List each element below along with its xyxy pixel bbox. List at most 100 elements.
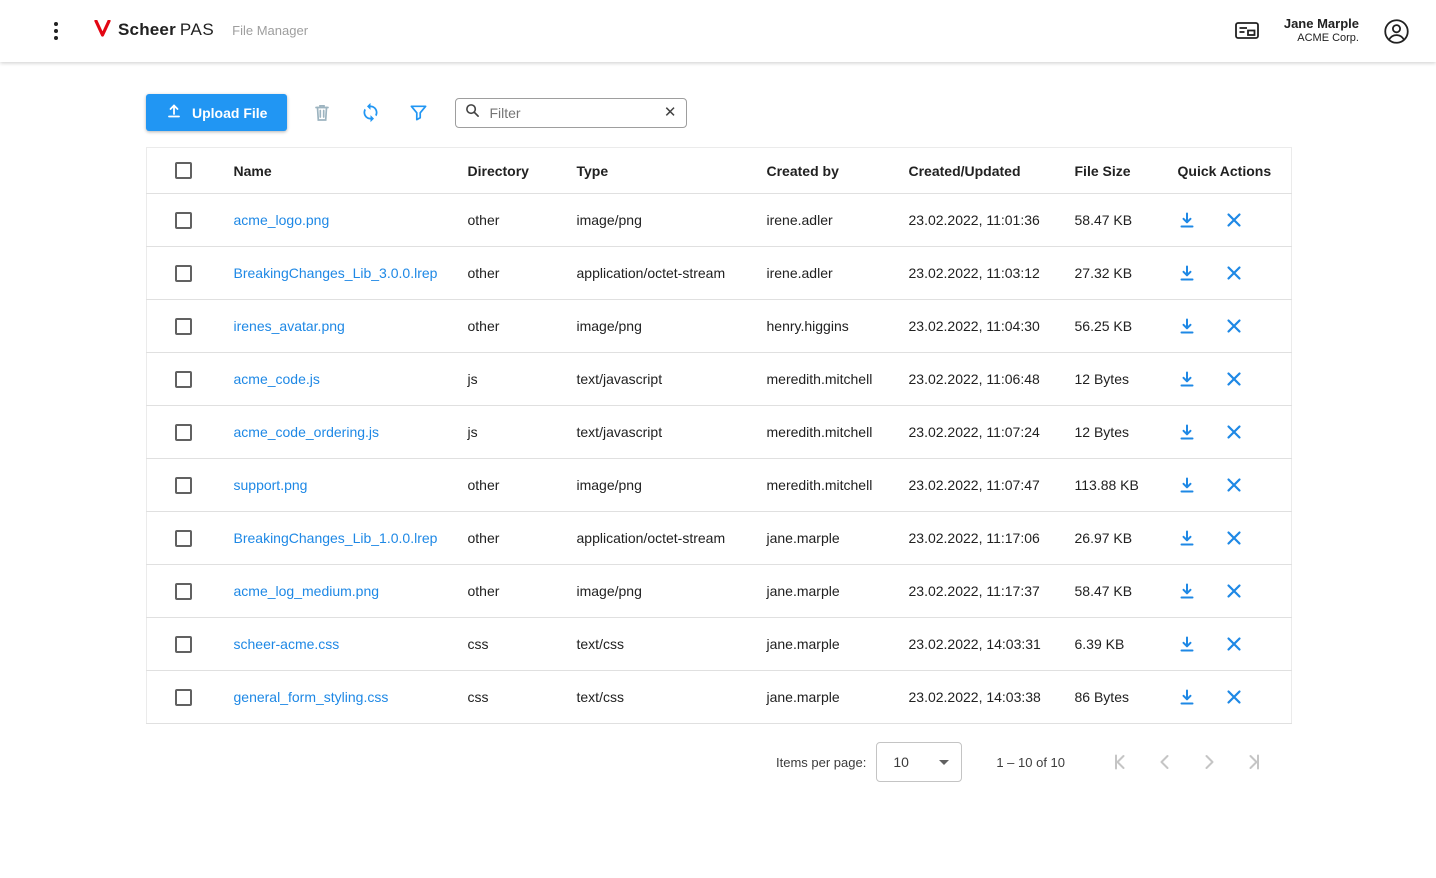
download-icon[interactable]: [1178, 370, 1196, 388]
download-icon[interactable]: [1178, 529, 1196, 547]
upload-file-button[interactable]: Upload File: [146, 94, 287, 131]
row-checkbox[interactable]: [175, 530, 192, 547]
clear-filter-icon[interactable]: ✕: [662, 105, 679, 120]
file-created-by: jane.marple: [754, 671, 896, 724]
download-icon[interactable]: [1178, 688, 1196, 706]
file-created-updated: 23.02.2022, 11:17:37: [896, 565, 1062, 618]
search-icon: [465, 103, 480, 123]
row-checkbox[interactable]: [175, 371, 192, 388]
previous-page-icon[interactable]: [1151, 748, 1179, 776]
file-created-by: meredith.mitchell: [754, 459, 896, 512]
file-created-updated: 23.02.2022, 11:06:48: [896, 353, 1062, 406]
user-avatar-icon[interactable]: [1383, 18, 1410, 45]
table-row: BreakingChanges_Lib_1.0.0.lrep other app…: [147, 512, 1292, 565]
brand-pas: PAS: [180, 20, 214, 40]
file-name-link[interactable]: support.png: [234, 477, 308, 493]
filter-funnel-icon[interactable]: [405, 100, 431, 126]
file-size: 6.39 KB: [1062, 618, 1165, 671]
row-checkbox[interactable]: [175, 212, 192, 229]
file-created-by: jane.marple: [754, 565, 896, 618]
table-row: scheer-acme.css css text/css jane.marple…: [147, 618, 1292, 671]
row-checkbox[interactable]: [175, 265, 192, 282]
remove-x-icon[interactable]: [1226, 530, 1242, 546]
file-type: text/javascript: [564, 406, 754, 459]
download-icon[interactable]: [1178, 476, 1196, 494]
paginator: Items per page: 10 1 – 10 of 10: [146, 742, 1291, 782]
file-created-updated: 23.02.2022, 11:07:47: [896, 459, 1062, 512]
refresh-icon[interactable]: [357, 100, 383, 126]
download-icon[interactable]: [1178, 264, 1196, 282]
remove-x-icon[interactable]: [1226, 265, 1242, 281]
file-created-by: irene.adler: [754, 247, 896, 300]
app-subtitle: File Manager: [232, 23, 308, 38]
top-bar: Scheer PAS File Manager Jane Marple ACME…: [0, 0, 1436, 62]
first-page-icon[interactable]: [1107, 748, 1135, 776]
row-checkbox[interactable]: [175, 477, 192, 494]
file-directory: other: [455, 194, 564, 247]
user-name: Jane Marple: [1284, 16, 1359, 32]
header-directory: Directory: [455, 148, 564, 194]
remove-x-icon[interactable]: [1226, 636, 1242, 652]
file-size: 86 Bytes: [1062, 671, 1165, 724]
remove-x-icon[interactable]: [1226, 477, 1242, 493]
items-per-page-select[interactable]: 10: [876, 742, 962, 782]
file-name-link[interactable]: acme_code.js: [234, 371, 320, 387]
remove-x-icon[interactable]: [1226, 583, 1242, 599]
file-created-updated: 23.02.2022, 11:04:30: [896, 300, 1062, 353]
download-icon[interactable]: [1178, 635, 1196, 653]
scheer-logo-icon: [94, 20, 111, 43]
remove-x-icon[interactable]: [1226, 318, 1242, 334]
header-created-by: Created by: [754, 148, 896, 194]
toolbar: Upload File ✕: [146, 94, 1436, 131]
file-name-link[interactable]: scheer-acme.css: [234, 636, 340, 652]
download-icon[interactable]: [1178, 211, 1196, 229]
download-icon[interactable]: [1178, 582, 1196, 600]
logs-panel-icon[interactable]: [1234, 20, 1260, 42]
file-name-link[interactable]: acme_logo.png: [234, 212, 330, 228]
file-name-link[interactable]: acme_log_medium.png: [234, 583, 380, 599]
filter-field: ✕: [455, 98, 687, 128]
file-size: 56.25 KB: [1062, 300, 1165, 353]
file-type: image/png: [564, 194, 754, 247]
user-info: Jane Marple ACME Corp.: [1284, 16, 1359, 46]
file-directory: other: [455, 512, 564, 565]
table-row: irenes_avatar.png other image/png henry.…: [147, 300, 1292, 353]
select-all-checkbox[interactable]: [175, 162, 192, 179]
file-name-link[interactable]: acme_code_ordering.js: [234, 424, 380, 440]
remove-x-icon[interactable]: [1226, 424, 1242, 440]
header-file-size: File Size: [1062, 148, 1165, 194]
trash-icon[interactable]: [309, 100, 335, 126]
file-size: 113.88 KB: [1062, 459, 1165, 512]
file-name-link[interactable]: general_form_styling.css: [234, 689, 389, 705]
file-name-link[interactable]: irenes_avatar.png: [234, 318, 345, 334]
chevron-down-icon: [939, 760, 949, 765]
file-created-by: irene.adler: [754, 194, 896, 247]
file-name-link[interactable]: BreakingChanges_Lib_3.0.0.lrep: [234, 265, 438, 281]
file-directory: js: [455, 353, 564, 406]
remove-x-icon[interactable]: [1226, 212, 1242, 228]
next-page-icon[interactable]: [1195, 748, 1223, 776]
items-per-page-label: Items per page:: [776, 755, 866, 770]
header-created-updated: Created/Updated: [896, 148, 1062, 194]
table-row: general_form_styling.css css text/css ja…: [147, 671, 1292, 724]
row-checkbox[interactable]: [175, 424, 192, 441]
file-created-by: henry.higgins: [754, 300, 896, 353]
file-created-updated: 23.02.2022, 14:03:38: [896, 671, 1062, 724]
kebab-menu-icon[interactable]: [48, 16, 64, 46]
file-created-updated: 23.02.2022, 14:03:31: [896, 618, 1062, 671]
remove-x-icon[interactable]: [1226, 689, 1242, 705]
row-checkbox[interactable]: [175, 636, 192, 653]
file-directory: other: [455, 565, 564, 618]
download-icon[interactable]: [1178, 423, 1196, 441]
row-checkbox[interactable]: [175, 318, 192, 335]
file-name-link[interactable]: BreakingChanges_Lib_1.0.0.lrep: [234, 530, 438, 546]
table-row: BreakingChanges_Lib_3.0.0.lrep other app…: [147, 247, 1292, 300]
row-checkbox[interactable]: [175, 689, 192, 706]
last-page-icon[interactable]: [1239, 748, 1267, 776]
download-icon[interactable]: [1178, 317, 1196, 335]
file-created-updated: 23.02.2022, 11:07:24: [896, 406, 1062, 459]
row-checkbox[interactable]: [175, 583, 192, 600]
filter-input[interactable]: [487, 104, 654, 122]
file-table: Name Directory Type Created by Created/U…: [146, 147, 1292, 724]
remove-x-icon[interactable]: [1226, 371, 1242, 387]
